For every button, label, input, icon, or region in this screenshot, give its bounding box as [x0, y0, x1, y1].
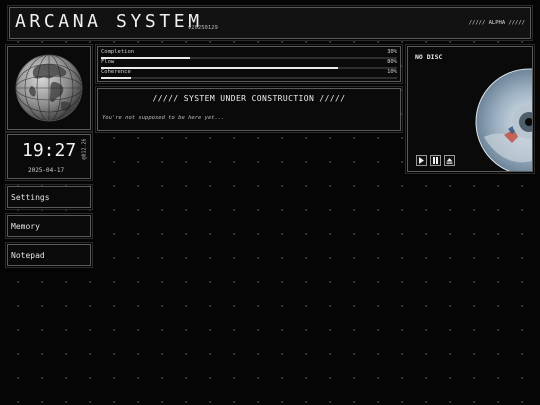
- pause-button[interactable]: [430, 155, 441, 166]
- progress-row-completion: Completion 30%: [101, 49, 397, 59]
- progress-row-coherence: Coherence 10%: [101, 69, 397, 79]
- progress-panel: Completion 30% Flow 80% Coherence 10%: [95, 44, 403, 84]
- progress-label: Coherence: [101, 69, 131, 75]
- progress-label: Completion: [101, 49, 135, 55]
- menu-item-notepad[interactable]: Notepad: [5, 242, 93, 268]
- construction-title: ///// SYSTEM UNDER CONSTRUCTION /////: [152, 94, 346, 103]
- app-title: ARCANA SYSTEM: [15, 11, 203, 32]
- clock-time: 19:27: [22, 140, 77, 161]
- progress-row-flow: Flow 80%: [101, 59, 397, 69]
- clock-seconds: @812.26: [81, 138, 88, 160]
- globe-panel: [5, 44, 93, 132]
- progress-value: 10%: [387, 69, 397, 75]
- progress-value: 80%: [387, 59, 397, 65]
- menu-item-label: Settings: [11, 193, 50, 202]
- clock-date: 2025-04-17: [28, 167, 65, 174]
- construction-panel: ///// SYSTEM UNDER CONSTRUCTION ///// Yo…: [95, 86, 403, 133]
- eject-button[interactable]: [444, 155, 455, 166]
- disc-icon: [475, 68, 532, 171]
- progress-track: [101, 77, 397, 79]
- progress-label: Flow: [101, 59, 115, 65]
- progress-value: 30%: [387, 49, 397, 55]
- header-bar: ARCANA SYSTEM v20250129 ///// ALPHA ////…: [7, 5, 533, 41]
- play-button[interactable]: [416, 155, 427, 166]
- menu-item-memory[interactable]: Memory: [5, 213, 93, 239]
- pause-icon: [433, 157, 438, 164]
- alpha-badge: ///// ALPHA /////: [468, 20, 525, 26]
- menu-item-label: Notepad: [11, 251, 45, 260]
- play-icon: [419, 157, 424, 164]
- clock-panel: 19:27 @812.26 2025-04-17: [5, 132, 93, 181]
- disc-player-panel: NO DISC: [405, 44, 535, 174]
- version-label: v20250129: [188, 25, 218, 31]
- progress-fill: [101, 77, 131, 79]
- disc-status: NO DISC: [415, 53, 443, 61]
- menu-item-label: Memory: [11, 222, 40, 231]
- eject-icon: [446, 158, 453, 164]
- construction-message: You're not supposed to be here yet...: [102, 115, 225, 121]
- menu-item-settings[interactable]: Settings: [5, 184, 93, 210]
- globe-icon: [15, 54, 83, 122]
